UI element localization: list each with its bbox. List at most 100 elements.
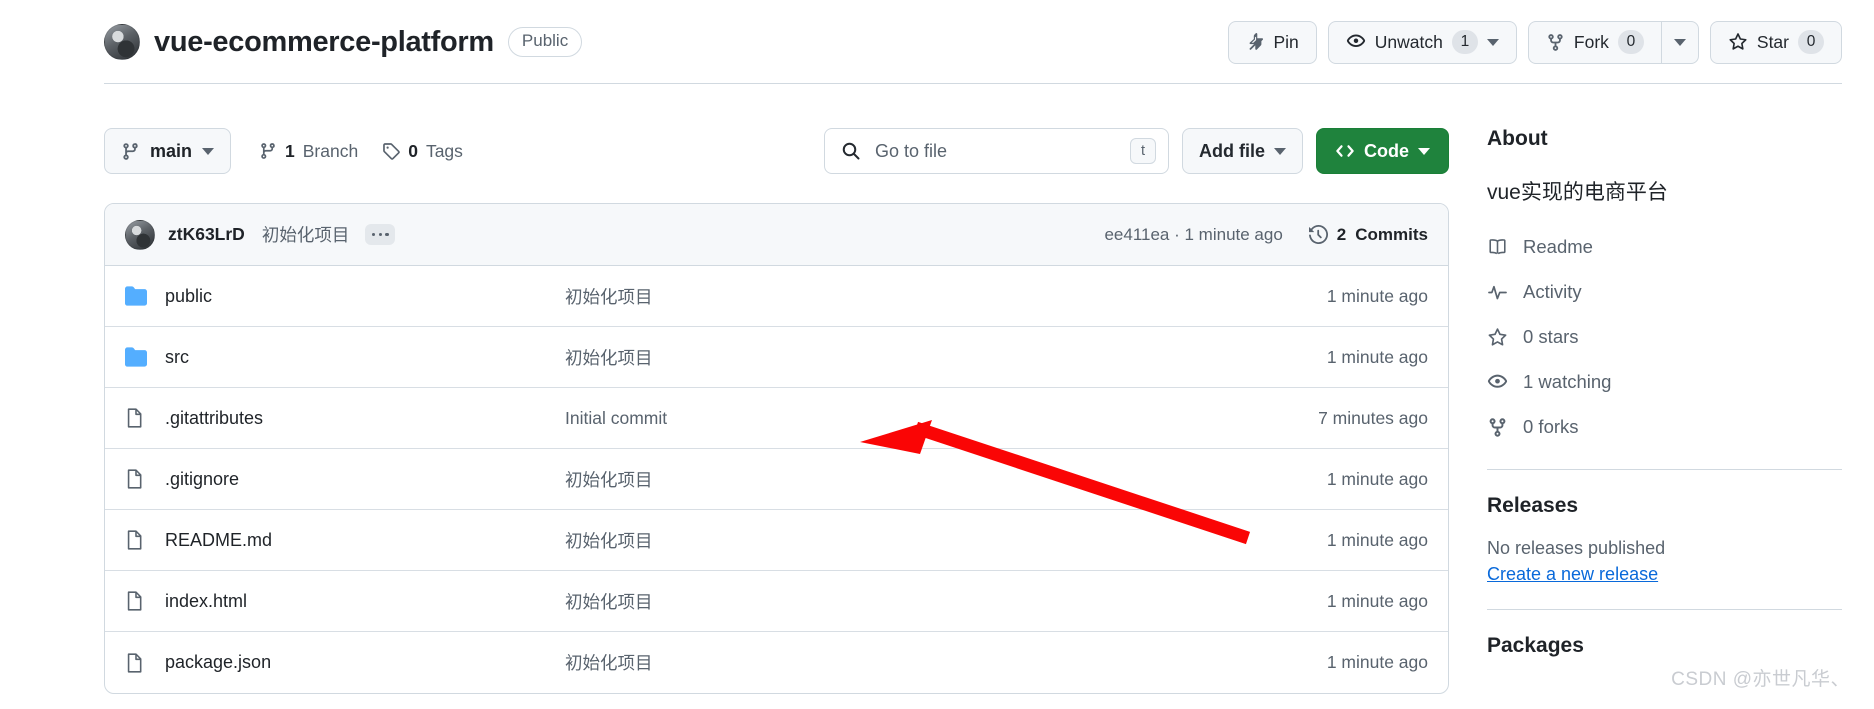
pin-label: Pin	[1273, 31, 1299, 52]
file-commit-message[interactable]: 初始化项目	[565, 589, 1218, 614]
latest-commit-bar: ztK63LrD 初始化项目 ee411ea · 1 minute ago 2 …	[105, 204, 1448, 266]
branch-count-value: 1	[285, 140, 295, 161]
page-title[interactable]: vue-ecommerce-platform	[154, 26, 494, 59]
fork-button[interactable]: Fork 0	[1527, 20, 1661, 64]
file-commit-message[interactable]: 初始化项目	[565, 284, 1218, 309]
file-name-cell: .gitattributes	[125, 407, 565, 429]
commit-message[interactable]: 初始化项目	[262, 222, 350, 247]
star-button[interactable]: Star 0	[1709, 20, 1842, 64]
fork-button-group: Fork 0	[1527, 20, 1699, 64]
sidebar-item-stars[interactable]: 0 stars	[1487, 319, 1842, 355]
fork-count: 0	[1617, 30, 1644, 54]
search-icon	[841, 141, 861, 161]
table-row[interactable]: .gitignore 初始化项目 1 minute ago	[105, 449, 1448, 510]
releases-title: Releases	[1487, 494, 1579, 518]
sidebar-item-readme[interactable]: Readme	[1487, 229, 1842, 265]
file-commit-message[interactable]: 初始化项目	[565, 650, 1218, 675]
releases-empty-text: No releases published	[1487, 538, 1666, 559]
header-divider	[104, 83, 1842, 84]
file-icon	[125, 590, 147, 612]
tag-count-text: Tags	[425, 140, 463, 161]
sidebar-item-activity[interactable]: Activity	[1487, 274, 1842, 310]
tag-icon	[382, 142, 400, 160]
file-icon	[125, 407, 147, 429]
code-button[interactable]: Code	[1316, 128, 1449, 174]
avatar[interactable]	[125, 219, 155, 250]
file-commit-message[interactable]: 初始化项目	[565, 467, 1218, 492]
book-icon	[1487, 237, 1508, 258]
chevron-down-icon	[1418, 147, 1430, 155]
file-commit-time: 1 minute ago	[1326, 529, 1428, 550]
search-input[interactable]	[873, 139, 1130, 163]
chevron-down-icon	[1673, 38, 1686, 46]
file-name[interactable]: src	[165, 347, 189, 368]
chevron-down-icon	[202, 147, 215, 155]
file-name-cell: index.html	[125, 590, 565, 612]
table-row[interactable]: package.json 初始化项目 1 minute ago	[105, 632, 1448, 693]
branch-selector[interactable]: main	[104, 128, 232, 174]
owner-avatar[interactable]	[104, 24, 140, 60]
sidebar-item-label: Activity	[1523, 281, 1582, 303]
table-row[interactable]: .gitattributes Initial commit 7 minutes …	[105, 388, 1448, 449]
file-name[interactable]: package.json	[165, 652, 271, 673]
sidebar-item-forks[interactable]: 0 forks	[1487, 409, 1842, 445]
eye-icon	[1346, 32, 1366, 52]
watch-button[interactable]: Unwatch 1	[1327, 20, 1517, 64]
file-name[interactable]: .gitignore	[165, 469, 239, 490]
file-commit-message[interactable]: Initial commit	[565, 408, 1218, 429]
about-sidebar: About vue实现的电商平台 Readme Activity 0 stars	[1487, 127, 1842, 658]
watch-count: 1	[1451, 30, 1478, 54]
go-to-file-search[interactable]: t	[824, 128, 1169, 174]
fork-dropdown-button[interactable]	[1660, 20, 1699, 64]
eye-icon	[1487, 372, 1508, 393]
sidebar-item-label: 0 forks	[1523, 416, 1579, 438]
table-row[interactable]: src 初始化项目 1 minute ago	[105, 327, 1448, 388]
add-file-button[interactable]: Add file	[1182, 128, 1303, 174]
repo-header: vue-ecommerce-platform Public Pin Unwatc…	[0, 0, 1874, 84]
file-listing: ztK63LrD 初始化项目 ee411ea · 1 minute ago 2 …	[104, 203, 1449, 694]
folder-icon	[125, 285, 147, 307]
ellipsis-icon[interactable]	[365, 224, 396, 245]
code-label: Code	[1364, 140, 1409, 161]
file-name[interactable]: README.md	[165, 530, 272, 551]
git-branch-icon	[121, 142, 140, 161]
sidebar-item-label: Readme	[1523, 236, 1593, 258]
sidebar-item-watching[interactable]: 1 watching	[1487, 364, 1842, 400]
file-commit-message[interactable]: 初始化项目	[565, 345, 1218, 370]
create-release-link[interactable]: Create a new release	[1487, 564, 1658, 585]
csdn-watermark: CSDN @亦世凡华、	[1671, 669, 1850, 690]
commits-count-label: Commits	[1355, 224, 1428, 244]
file-name[interactable]: public	[165, 286, 212, 307]
file-icon	[125, 529, 147, 551]
file-name[interactable]: .gitattributes	[165, 408, 263, 429]
github-repo-page: vue-ecommerce-platform Public Pin Unwatc…	[0, 0, 1874, 709]
commits-count-value: 2	[1336, 224, 1347, 244]
visibility-badge: Public	[507, 27, 583, 57]
file-icon	[125, 652, 147, 674]
file-name-cell: src	[125, 346, 565, 368]
commits-count-link[interactable]: 2 Commits	[1308, 224, 1428, 245]
star-icon	[1728, 32, 1748, 52]
table-row[interactable]: public 初始化项目 1 minute ago	[105, 266, 1448, 327]
repo-forked-icon	[1487, 417, 1508, 438]
tag-count-link[interactable]: 0 Tags	[382, 141, 463, 162]
file-icon	[125, 468, 147, 490]
commit-author[interactable]: ztK63LrD	[168, 224, 245, 245]
file-commit-time: 1 minute ago	[1326, 285, 1428, 306]
file-commit-message[interactable]: 初始化项目	[565, 528, 1218, 553]
sidebar-divider	[1487, 609, 1842, 611]
pin-button[interactable]: Pin	[1227, 20, 1317, 64]
commit-meta: ee411ea · 1 minute ago 2 Commits	[1104, 225, 1428, 245]
repo-description: vue实现的电商平台	[1487, 181, 1668, 204]
packages-section: Packages	[1487, 634, 1842, 658]
commit-sha-and-time[interactable]: ee411ea · 1 minute ago	[1104, 225, 1282, 245]
git-branch-icon	[259, 142, 277, 160]
file-name[interactable]: index.html	[165, 591, 247, 612]
pulse-icon	[1487, 282, 1508, 303]
releases-section: Releases No releases published Create a …	[1487, 494, 1842, 585]
branch-count-link[interactable]: 1 Branch	[259, 141, 358, 162]
table-row[interactable]: index.html 初始化项目 1 minute ago	[105, 571, 1448, 632]
star-icon	[1487, 327, 1508, 348]
table-row[interactable]: README.md 初始化项目 1 minute ago	[105, 510, 1448, 571]
star-count: 0	[1798, 30, 1824, 54]
